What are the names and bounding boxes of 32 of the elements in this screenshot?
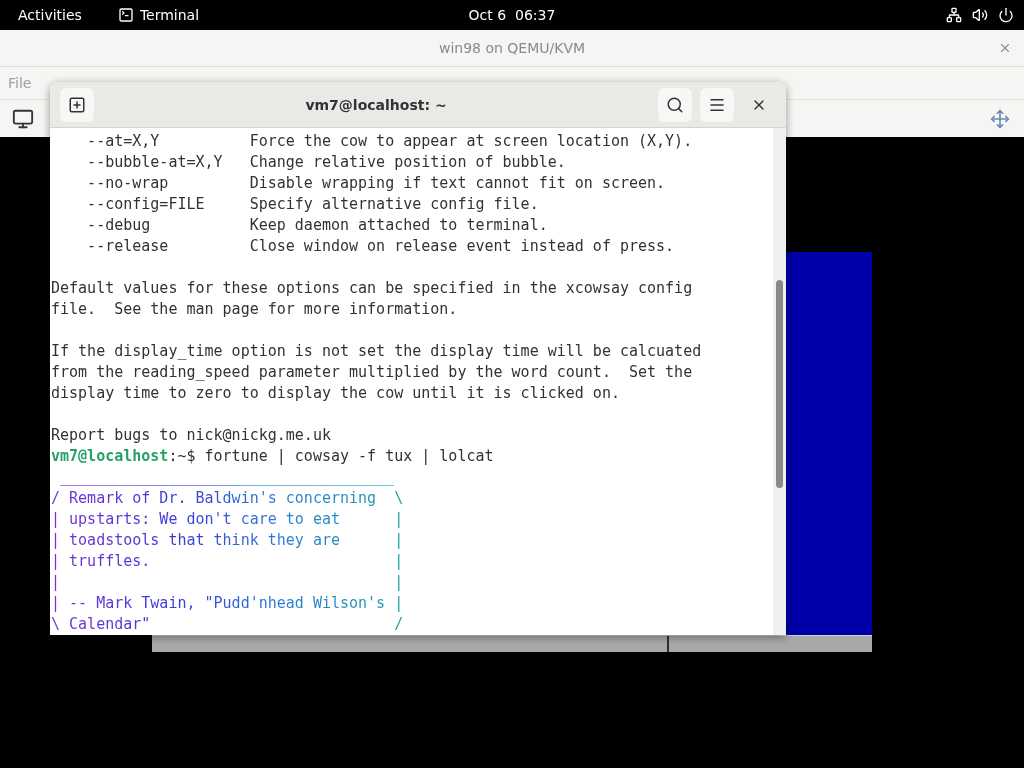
- activities-button[interactable]: Activities: [18, 7, 82, 23]
- monitor-icon[interactable]: [12, 107, 34, 130]
- terminal-line: Report bugs to nick@nickg.me.uk: [51, 426, 331, 444]
- terminal-line: --no-wrap Disable wrapping if text cannot fit on screen.: [86, 174, 666, 192]
- command-text: fortune | cowsay -f tux | lolcat: [204, 447, 494, 465]
- terminal-line: --at=X,Y Force the cow to appear at screen location (X,Y).: [86, 132, 693, 150]
- power-icon[interactable]: [998, 7, 1014, 23]
- terminal-line: --bubble-at=X,Y Change relative position of bubble.: [86, 153, 566, 171]
- terminal-icon: [117, 7, 134, 23]
- app-menu[interactable]: Terminal: [117, 7, 200, 23]
- network-icon[interactable]: [946, 7, 962, 23]
- prompt-user-host: vm7@localhost: [51, 447, 169, 465]
- terminal-line: --debug Keep daemon attached to terminal.: [86, 216, 548, 234]
- terminal-title: vm7@localhost: ~: [304, 96, 448, 113]
- volume-icon[interactable]: [972, 7, 988, 23]
- terminal-line: --release Close window on release event instead of press.: [86, 237, 675, 255]
- menu-button[interactable]: [700, 87, 734, 122]
- search-icon: [666, 95, 684, 114]
- move-arrows-icon[interactable]: [990, 108, 1010, 129]
- terminal-line: If the display_time option is not set the display time will be calcuated: [51, 342, 702, 360]
- terminal-line: from the reading_speed parameter multiplied by the word count. Set the: [51, 363, 693, 381]
- window-title: win98 on QEMU/KVM: [438, 40, 586, 56]
- terminal-line: Default values for these options can be specified in the xcowsay config: [51, 279, 693, 297]
- prompt-symbol: :~$: [168, 447, 197, 465]
- clock[interactable]: Oct 6 06:37: [468, 7, 556, 23]
- close-icon[interactable]: [998, 41, 1012, 55]
- terminal-line: --config=FILE Specify alternative config file.: [86, 195, 539, 213]
- search-button[interactable]: [658, 87, 692, 122]
- new-tab-button[interactable]: [60, 87, 94, 122]
- terminal-line: file. See the man page for more information.: [51, 300, 458, 318]
- plus-icon: [68, 95, 86, 114]
- terminal-line: display time to zero to display the cow until it is clicked on.: [51, 384, 620, 402]
